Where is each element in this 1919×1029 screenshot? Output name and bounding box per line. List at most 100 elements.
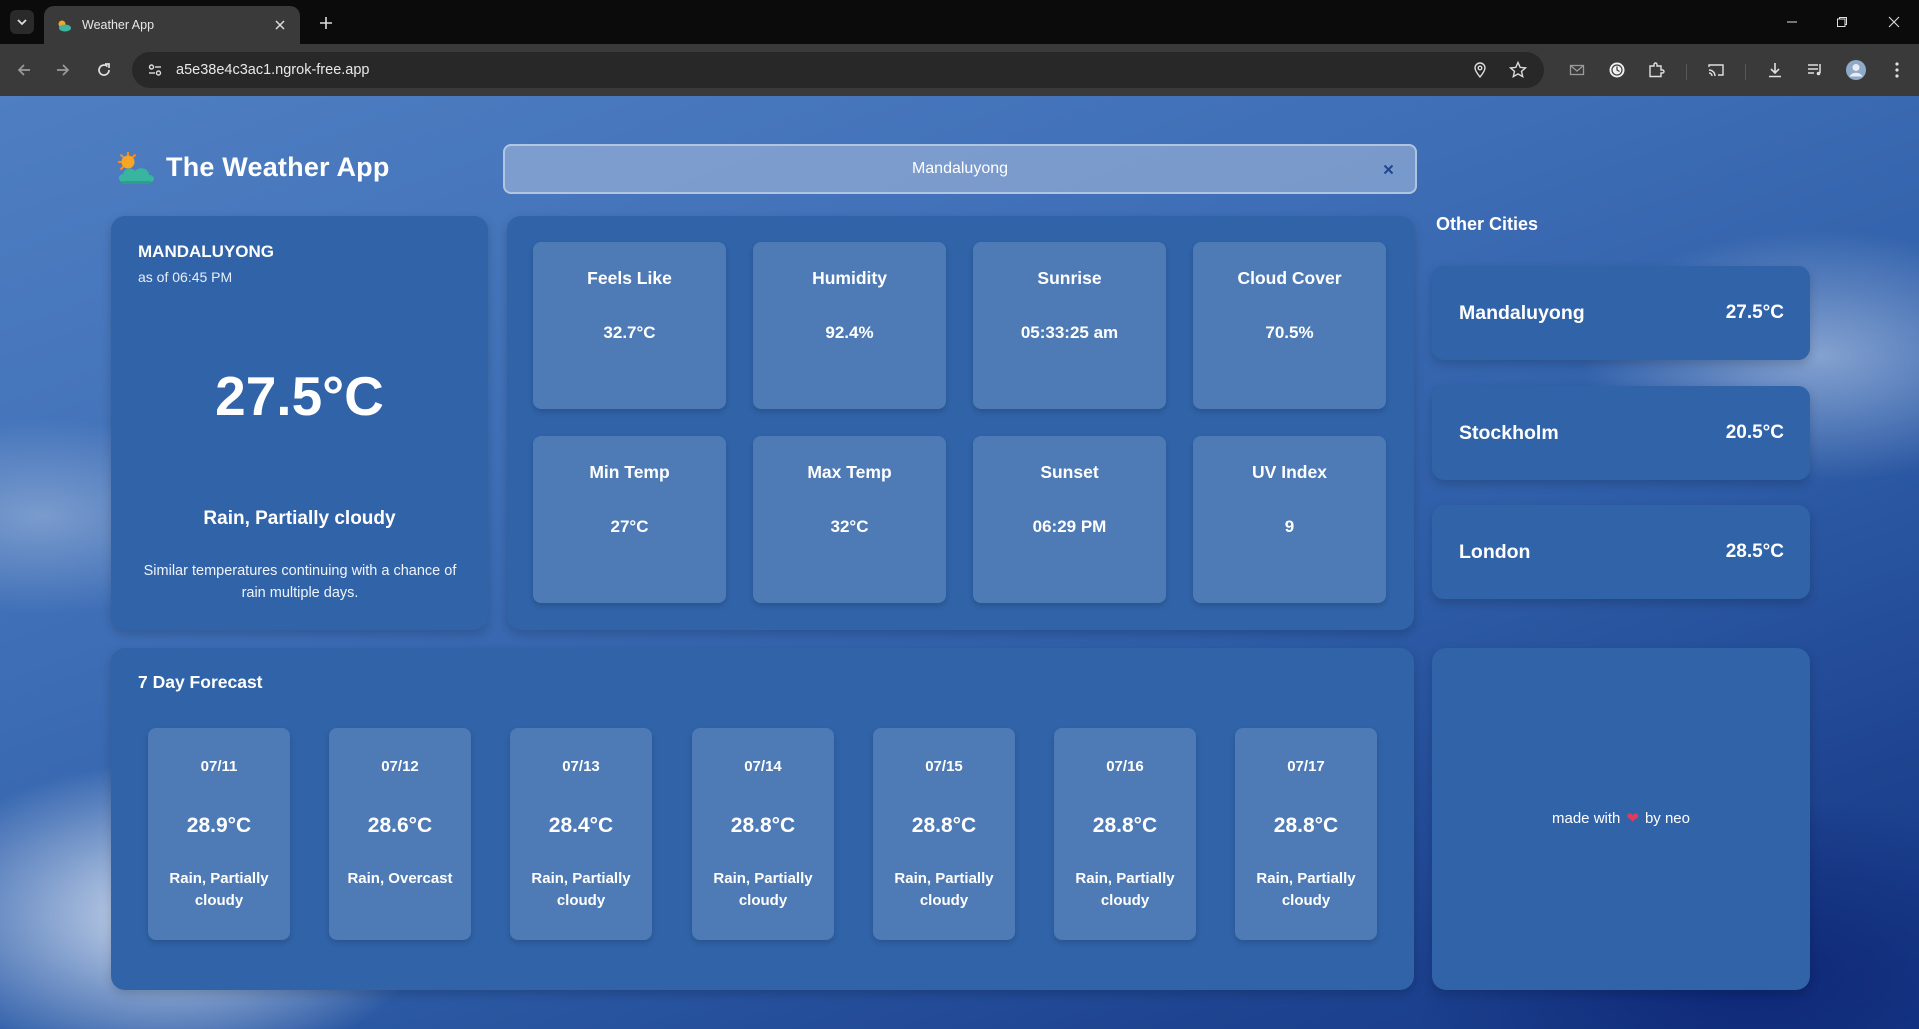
detail-tile-sunset: Sunset 06:29 PM xyxy=(973,436,1166,603)
forecast-date: 07/15 xyxy=(925,758,963,775)
url-text[interactable]: a5e38e4c3ac1.ngrok-free.app xyxy=(176,62,1456,78)
address-bar[interactable]: a5e38e4c3ac1.ngrok-free.app xyxy=(132,52,1544,88)
more-menu-icon[interactable] xyxy=(1883,56,1911,84)
credit-card: made with ❤ by neo xyxy=(1432,648,1810,990)
detail-label: Min Temp xyxy=(589,462,670,482)
location-pin-icon[interactable] xyxy=(1466,56,1494,84)
forecast-day-card: 07/13 28.4°C Rain, Partially cloudy xyxy=(510,728,652,940)
browser-titlebar: Weather App xyxy=(0,0,1919,44)
forecast-heading: 7 Day Forecast xyxy=(138,672,263,692)
city-name: Mandaluyong xyxy=(1459,302,1585,324)
detail-value: 32.7°C xyxy=(603,323,656,342)
toolbar-divider xyxy=(1745,64,1746,80)
site-info-icon[interactable] xyxy=(144,59,166,81)
detail-label: Feels Like xyxy=(587,268,672,288)
detail-tile-sunrise: Sunrise 05:33:25 am xyxy=(973,242,1166,409)
close-icon xyxy=(1888,16,1900,28)
close-icon xyxy=(1383,164,1393,174)
detail-label: Sunset xyxy=(1040,462,1099,482)
forecast-date: 07/17 xyxy=(1287,758,1325,775)
reload-button[interactable] xyxy=(90,56,118,84)
city-temp: 27.5°C xyxy=(1725,302,1784,323)
forecast-temp: 28.8°C xyxy=(1092,814,1158,837)
forecast-temp: 28.8°C xyxy=(1273,814,1339,837)
weather-details-panel: Feels Like 32.7°C Humidity 92.4% Sunrise… xyxy=(507,216,1414,630)
detail-label: Cloud Cover xyxy=(1237,268,1342,288)
forecast-condition: Rain, Partially cloudy xyxy=(531,870,631,909)
minimize-icon xyxy=(1787,21,1797,23)
city-card-london[interactable]: London 28.5°C xyxy=(1432,505,1810,599)
detail-label: Humidity xyxy=(812,268,887,288)
current-temperature: 27.5°C xyxy=(215,365,384,427)
weather-logo-icon xyxy=(114,148,164,188)
detail-value: 92.4% xyxy=(825,323,874,342)
detail-value: 9 xyxy=(1284,517,1295,536)
detail-tile-max-temp: Max Temp 32°C xyxy=(753,436,946,603)
detail-value: 32°C xyxy=(830,517,869,536)
new-tab-button[interactable] xyxy=(314,11,338,35)
download-icon[interactable] xyxy=(1761,56,1789,84)
weather-favicon-icon xyxy=(56,17,72,33)
forecast-temp: 28.8°C xyxy=(911,814,977,837)
city-name: Stockholm xyxy=(1459,422,1559,444)
city-temp: 20.5°C xyxy=(1725,422,1784,443)
browser-tab[interactable]: Weather App xyxy=(44,6,300,44)
detail-value: 27°C xyxy=(610,517,649,536)
city-temp: 28.5°C xyxy=(1725,541,1784,562)
forecast-condition: Rain, Partially cloudy xyxy=(1256,870,1356,909)
forecast-day-card: 07/12 28.6°C Rain, Overcast xyxy=(329,728,471,940)
close-icon xyxy=(275,20,285,30)
minimize-button[interactable] xyxy=(1772,8,1812,36)
arrow-left-icon xyxy=(17,64,30,76)
forecast-date: 07/14 xyxy=(744,758,782,775)
detail-label: Sunrise xyxy=(1037,268,1102,288)
tab-close-button[interactable] xyxy=(272,17,288,33)
detail-value: 70.5% xyxy=(1265,323,1314,342)
back-button[interactable] xyxy=(10,56,38,84)
detail-tile-cloud-cover: Cloud Cover 70.5% xyxy=(1193,242,1386,409)
city-card-stockholm[interactable]: Stockholm 20.5°C xyxy=(1432,386,1810,480)
current-description: Similar temperatures continuing with a c… xyxy=(143,563,457,601)
arrow-right-icon xyxy=(57,64,70,76)
chevron-down-icon xyxy=(17,19,27,26)
cast-icon[interactable] xyxy=(1702,56,1730,84)
forecast-temp: 28.8°C xyxy=(730,814,796,837)
mail-extension-icon[interactable] xyxy=(1563,56,1591,84)
plus-icon xyxy=(320,17,332,29)
close-window-button[interactable] xyxy=(1874,8,1914,36)
tab-title: Weather App xyxy=(82,18,155,32)
profile-avatar-icon[interactable] xyxy=(1842,56,1870,84)
forecast-condition: Rain, Overcast xyxy=(347,870,453,887)
media-queue-icon[interactable] xyxy=(1801,56,1829,84)
forecast-temp: 28.9°C xyxy=(186,814,252,837)
credit-text: made with ❤ by neo xyxy=(1432,809,1810,827)
forecast-condition: Rain, Partially cloudy xyxy=(713,870,813,909)
detail-tile-humidity: Humidity 92.4% xyxy=(753,242,946,409)
credit-suffix: by neo xyxy=(1644,810,1690,827)
restore-icon xyxy=(1837,17,1847,27)
detail-tile-min-temp: Min Temp 27°C xyxy=(533,436,726,603)
restore-button[interactable] xyxy=(1822,8,1862,36)
clear-search-button[interactable] xyxy=(1379,160,1397,178)
detail-tile-uv-index: UV Index 9 xyxy=(1193,436,1386,603)
city-search-bar[interactable] xyxy=(503,144,1417,194)
tab-search-button[interactable] xyxy=(10,10,34,34)
bookmark-star-icon[interactable] xyxy=(1504,56,1532,84)
detail-tile-feels-like: Feels Like 32.7°C xyxy=(533,242,726,409)
city-search-input[interactable] xyxy=(596,160,1324,178)
extensions-puzzle-icon[interactable] xyxy=(1642,56,1670,84)
detail-label: Max Temp xyxy=(807,462,892,482)
clock-extension-icon[interactable] xyxy=(1603,56,1631,84)
current-city-name: MANDALUYONG xyxy=(138,242,274,261)
credit-prefix: made with xyxy=(1552,810,1621,827)
forward-button[interactable] xyxy=(49,56,77,84)
page-viewport: The Weather App MANDALUYONG as of 06:45 … xyxy=(0,96,1919,1029)
heart-icon: ❤ xyxy=(1626,810,1639,827)
forecast-day-card: 07/11 28.9°C Rain, Partially cloudy xyxy=(148,728,290,940)
browser-toolbar: a5e38e4c3ac1.ngrok-free.app xyxy=(0,44,1919,96)
forecast-day-card: 07/17 28.8°C Rain, Partially cloudy xyxy=(1235,728,1377,940)
current-weather-card: MANDALUYONG as of 06:45 PM 27.5°C Rain, … xyxy=(111,216,488,630)
city-card-mandaluyong[interactable]: Mandaluyong 27.5°C xyxy=(1432,266,1810,360)
current-condition: Rain, Partially cloudy xyxy=(203,508,396,529)
app-title: The Weather App xyxy=(166,152,390,182)
